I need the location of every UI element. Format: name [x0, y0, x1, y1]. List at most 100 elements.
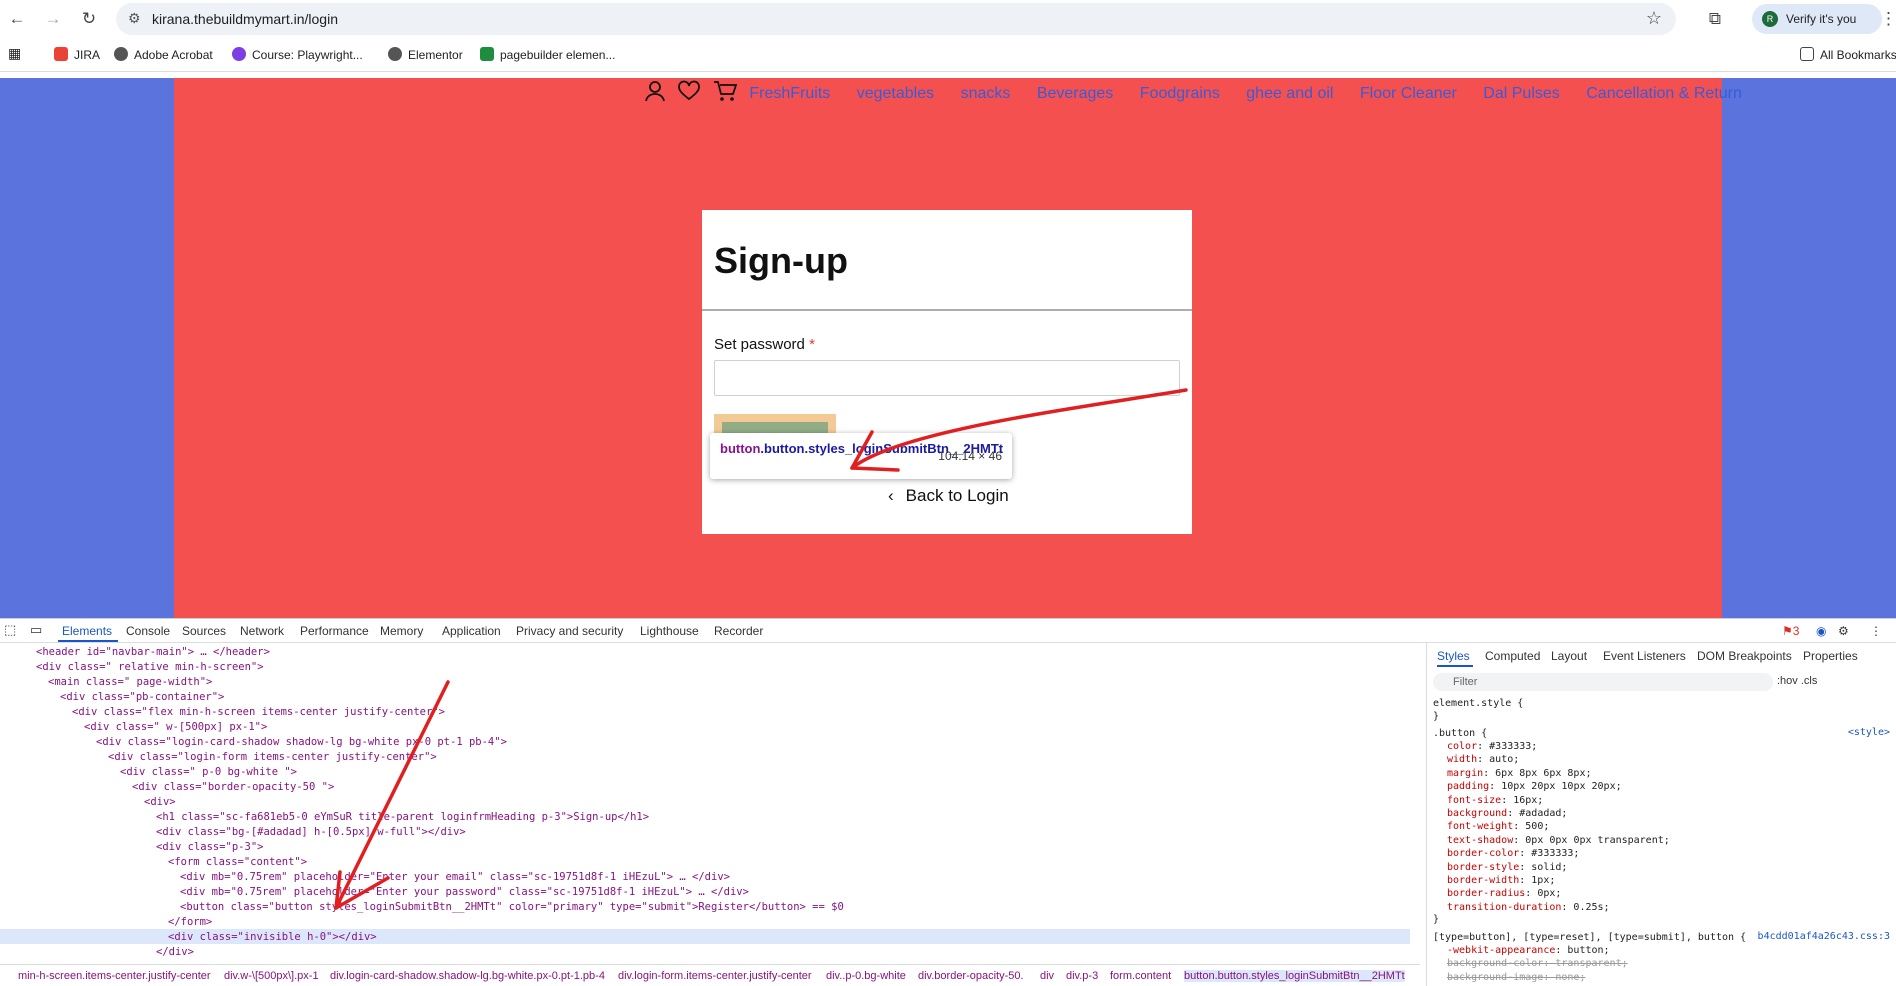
dom-node[interactable]: <div mb="0.75rem" placeholder="Enter you… — [180, 885, 749, 900]
dom-node[interactable]: <div class="border-opacity-50 "> — [132, 780, 334, 795]
dom-node[interactable]: <div class=" w-[500px] px-1"> — [84, 720, 267, 735]
dom-node[interactable]: <div class="invisible h-0"></div> — [168, 930, 377, 945]
nav-link-vegetables[interactable]: vegetables — [857, 85, 934, 103]
tab-network[interactable]: Network — [240, 624, 284, 638]
css-declaration[interactable]: border-radius: 0px; — [1447, 887, 1561, 900]
tab-computed[interactable]: Computed — [1485, 649, 1540, 663]
nav-link-freshfruits[interactable]: FreshFruits — [749, 85, 830, 103]
dom-node[interactable]: <div class="login-form items-center just… — [108, 750, 437, 765]
css-declaration[interactable]: margin: 6px 8px 6px 8px; — [1447, 767, 1592, 780]
breadcrumb-item[interactable]: div.w-\[500px\].px-1 — [224, 970, 319, 982]
inspect-element-icon[interactable]: ⬚ — [4, 622, 16, 638]
bookmark-pagebuilder[interactable]: pagebuilder elemen... — [480, 47, 615, 62]
dom-node[interactable]: <div mb="0.75rem" placeholder="Enter you… — [180, 870, 730, 885]
tab-dom-breakpoints[interactable]: DOM Breakpoints — [1697, 649, 1792, 663]
bookmark-star-icon[interactable]: ☆ — [1646, 8, 1662, 29]
nav-link-dal-pulses[interactable]: Dal Pulses — [1483, 85, 1559, 103]
element-style-rule[interactable]: element.style { — [1433, 697, 1523, 710]
styles-filter-input[interactable]: Filter — [1433, 673, 1773, 691]
devtools-menu-icon[interactable]: ⋮ — [1870, 624, 1882, 638]
verify-profile-button[interactable]: R Verify it's you — [1752, 4, 1882, 34]
css-declaration[interactable]: padding: 10px 20px 10px 20px; — [1447, 780, 1622, 793]
password-input[interactable] — [714, 360, 1180, 396]
css-declaration[interactable]: background: #adadad; — [1447, 807, 1567, 820]
css-declaration[interactable]: border-style: solid; — [1447, 861, 1567, 874]
dom-node[interactable]: <form class="content"> — [168, 855, 307, 870]
nav-link-beverages[interactable]: Beverages — [1037, 85, 1114, 103]
tab-elements[interactable]: Elements — [62, 624, 112, 638]
bookmark-elementor[interactable]: Elementor — [388, 47, 463, 62]
css-declaration[interactable]: color: #333333; — [1447, 740, 1537, 753]
breadcrumb-item[interactable]: div.login-form.items-center.justify-cent… — [618, 970, 812, 982]
breadcrumb-item[interactable]: div — [1040, 970, 1054, 982]
css-declaration[interactable]: transition-duration: 0.25s; — [1447, 901, 1610, 914]
css-declaration[interactable]: font-weight: 500; — [1447, 820, 1549, 833]
tab-layout[interactable]: Layout — [1551, 649, 1587, 663]
nav-link-snacks[interactable]: snacks — [961, 85, 1011, 103]
css-file-link[interactable]: b4cdd01af4a26c43.css:3 — [1758, 931, 1890, 942]
css-declaration[interactable]: width: auto; — [1447, 753, 1519, 766]
bookmark-adobe[interactable]: Adobe Acrobat — [114, 47, 213, 62]
tab-lighthouse[interactable]: Lighthouse — [640, 624, 699, 638]
nav-link-foodgrains[interactable]: Foodgrains — [1140, 85, 1220, 103]
tab-styles[interactable]: Styles — [1437, 649, 1470, 663]
settings-gear-icon[interactable]: ⚙ — [1838, 624, 1849, 638]
breadcrumb-item[interactable]: min-h-screen.items-center.justify-center — [18, 970, 211, 982]
css-declaration[interactable]: border-width: 1px; — [1447, 874, 1555, 887]
bookmark-course[interactable]: Course: Playwright... — [232, 47, 363, 62]
css-declaration[interactable]: text-shadow: 0px 0px 0px transparent; — [1447, 834, 1670, 847]
tab-privacy[interactable]: Privacy and security — [516, 624, 623, 638]
tab-memory[interactable]: Memory — [380, 624, 423, 638]
forward-icon[interactable]: → — [42, 8, 64, 30]
site-info-icon[interactable]: ⚙ — [128, 10, 141, 27]
css-declaration[interactable]: -webkit-appearance: button; — [1447, 944, 1610, 957]
dom-node[interactable]: <div class="p-3"> — [156, 840, 263, 855]
breadcrumb-item-active[interactable]: button.button.styles_loginSubmitBtn__2HM… — [1184, 970, 1405, 982]
dom-node[interactable]: <div class=" p-0 bg-white "> — [120, 765, 297, 780]
hov-cls-toggles[interactable]: :hov .cls — [1777, 675, 1817, 687]
tab-sources[interactable]: Sources — [182, 624, 226, 638]
ai-assist-icon[interactable]: ◉ — [1816, 624, 1826, 638]
rule-source-link[interactable]: <style> — [1848, 727, 1890, 738]
tab-application[interactable]: Application — [442, 624, 501, 638]
tab-event-listeners[interactable]: Event Listeners — [1603, 649, 1686, 663]
dom-node-selected[interactable]: <button class="button styles_loginSubmit… — [180, 900, 844, 915]
tab-console[interactable]: Console — [126, 624, 170, 638]
css-declaration[interactable]: background-image: none; — [1447, 971, 1585, 984]
browser-menu-icon[interactable]: ⋮ — [1880, 8, 1896, 30]
dom-node[interactable]: <header id="navbar-main"> … </header> — [36, 645, 270, 660]
bookmark-jira[interactable]: JIRA — [54, 47, 100, 62]
dom-node[interactable]: </div> — [156, 945, 194, 960]
breadcrumb-item[interactable]: div.login-card-shadow.shadow-lg.bg-white… — [330, 970, 605, 982]
reload-icon[interactable]: ↻ — [78, 8, 100, 30]
dom-node[interactable]: <main class=" page-width"> — [48, 675, 212, 690]
issues-badge[interactable]: ⚑3 — [1782, 624, 1799, 638]
nav-link-ghee-oil[interactable]: ghee and oil — [1246, 85, 1333, 103]
apps-grid-icon[interactable]: ▦ — [8, 45, 21, 62]
dom-node[interactable]: </form> — [168, 915, 212, 930]
breadcrumb-item[interactable]: div..p-0.bg-white — [826, 970, 906, 982]
heart-icon[interactable] — [678, 80, 701, 108]
all-bookmarks[interactable]: All Bookmarks — [1800, 47, 1896, 62]
css-declaration[interactable]: background-color: transparent; — [1447, 957, 1628, 970]
css-declaration[interactable]: border-color: #333333; — [1447, 847, 1579, 860]
extensions-icon[interactable]: ⧉ — [1704, 8, 1726, 30]
dom-node[interactable]: <div class="flex min-h-screen items-cent… — [72, 705, 445, 720]
address-bar[interactable]: ⚙ kirana.thebuildmymart.in/login ☆ — [116, 3, 1676, 35]
tab-recorder[interactable]: Recorder — [714, 624, 763, 638]
button-rule-selector[interactable]: .button { — [1433, 727, 1487, 740]
dom-node[interactable]: <h1 class="sc-fa681eb5-0 eYmSuR title-pa… — [156, 810, 649, 825]
css-declaration[interactable]: font-size: 16px; — [1447, 794, 1543, 807]
tab-properties[interactable]: Properties — [1803, 649, 1858, 663]
breadcrumb-item[interactable]: div.p-3 — [1066, 970, 1098, 982]
back-icon[interactable]: ← — [6, 8, 28, 30]
breadcrumb-item[interactable]: form.content — [1110, 970, 1171, 982]
nav-link-cancellation[interactable]: Cancellation & Return — [1586, 85, 1742, 103]
device-toolbar-icon[interactable]: ▭ — [30, 622, 42, 638]
user-icon[interactable] — [644, 80, 666, 108]
back-to-login-link[interactable]: ‹ Back to Login — [888, 486, 1009, 506]
nav-link-floor-cleaner[interactable]: Floor Cleaner — [1360, 85, 1457, 103]
tab-performance[interactable]: Performance — [300, 624, 369, 638]
dom-node[interactable]: <div class="login-card-shadow shadow-lg … — [96, 735, 507, 750]
cart-icon[interactable] — [713, 80, 738, 108]
